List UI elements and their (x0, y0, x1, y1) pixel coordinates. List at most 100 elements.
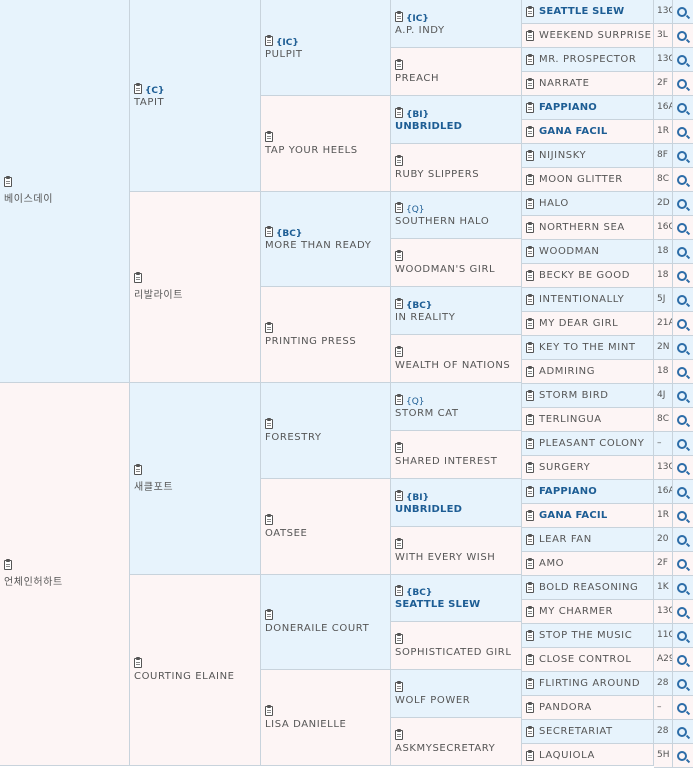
horse-name[interactable]: STORM CAT (395, 408, 519, 419)
search-button[interactable] (673, 672, 693, 696)
horse-name[interactable]: SOPHISTICATED GIRL (395, 647, 519, 658)
horse-name[interactable]: MR. PROSPECTOR (539, 48, 653, 71)
search-button[interactable] (673, 624, 693, 648)
horse-name[interactable]: NORTHERN SEA (539, 216, 653, 239)
search-button[interactable] (673, 312, 693, 336)
search-button[interactable] (673, 168, 693, 192)
horse-name[interactable]: LEAR FAN (539, 528, 653, 551)
pedigree-cell-g5[interactable]: NIJINSKY (522, 144, 654, 168)
clipboard-icon[interactable] (395, 441, 403, 453)
horse-name[interactable]: BECKY BE GOOD (539, 264, 653, 287)
horse-name[interactable]: RUBY SLIPPERS (395, 169, 519, 180)
horse-name[interactable]: SHARED INTEREST (395, 456, 519, 467)
clipboard-icon[interactable] (526, 222, 534, 233)
horse-name[interactable]: A.P. INDY (395, 25, 519, 36)
horse-name[interactable]: FORESTRY (265, 432, 388, 443)
horse-name[interactable]: GANA FACIL (539, 120, 653, 143)
clipboard-icon[interactable] (4, 176, 12, 187)
horse-name[interactable]: PULPIT (265, 49, 388, 60)
horse-name[interactable]: ASKMYSECRETARY (395, 743, 519, 754)
horse-name[interactable]: LAQUIOLA (539, 744, 653, 765)
pedigree-cell-g4[interactable]: PREACH (391, 48, 522, 96)
pedigree-cell-g4[interactable]: {BI} UNBRIDLED (391, 479, 522, 527)
clipboard-icon[interactable] (526, 102, 534, 113)
horse-name[interactable]: PLEASANT COLONY (539, 432, 653, 455)
clipboard-icon[interactable] (526, 486, 534, 497)
clipboard-icon[interactable] (526, 630, 534, 641)
search-button[interactable] (673, 24, 693, 48)
search-button[interactable] (673, 120, 693, 144)
search-button[interactable] (673, 384, 693, 408)
pedigree-cell-g4[interactable]: {Q} SOUTHERN HALO (391, 192, 522, 239)
pedigree-cell-g4[interactable]: {BC} IN REALITY (391, 287, 522, 335)
pedigree-cell-g4[interactable]: {IC} A.P. INDY (391, 0, 522, 48)
pedigree-cell-g3[interactable]: TAP YOUR HEELS (261, 96, 391, 192)
pedigree-cell-g5[interactable]: HALO (522, 192, 654, 216)
clipboard-icon[interactable] (526, 174, 534, 185)
pedigree-cell-g5[interactable]: AMO (522, 552, 654, 576)
horse-name[interactable]: WITH EVERY WISH (395, 552, 519, 563)
horse-name[interactable]: SEATTLE SLEW (539, 0, 653, 23)
clipboard-icon[interactable] (526, 438, 534, 449)
pedigree-cell-g5[interactable]: PANDORA (522, 696, 654, 720)
horse-name[interactable]: GANA FACIL (539, 504, 653, 527)
search-button[interactable] (673, 744, 693, 768)
pedigree-cell-g5[interactable]: GANA FACIL (522, 504, 654, 528)
search-button[interactable] (673, 96, 693, 120)
clipboard-icon[interactable] (526, 30, 534, 41)
horse-name[interactable]: NIJINSKY (539, 144, 653, 167)
clipboard-icon[interactable] (526, 270, 534, 281)
clipboard-icon[interactable] (134, 272, 142, 283)
clipboard-icon[interactable] (395, 680, 403, 692)
pedigree-cell-g4[interactable]: ASKMYSECRETARY (391, 718, 522, 766)
clipboard-icon[interactable] (134, 463, 142, 475)
horse-name[interactable]: MY DEAR GIRL (539, 312, 653, 335)
clipboard-icon[interactable] (526, 6, 534, 17)
clipboard-icon[interactable] (395, 345, 403, 357)
clipboard-icon[interactable] (265, 417, 273, 429)
pedigree-cell-g5[interactable]: MY DEAR GIRL (522, 312, 654, 336)
search-button[interactable] (673, 648, 693, 672)
horse-name[interactable]: WEEKEND SURPRISE (539, 24, 653, 47)
horse-name[interactable]: MORE THAN READY (265, 240, 388, 251)
horse-name[interactable]: INTENTIONALLY (539, 288, 653, 311)
horse-name[interactable]: WOODMAN'S GIRL (395, 264, 519, 275)
pedigree-cell-g4[interactable]: {BI} UNBRIDLED (391, 96, 522, 144)
pedigree-cell-g5[interactable]: CLOSE CONTROL (522, 648, 654, 672)
pedigree-cell-g3[interactable]: LISA DANIELLE (261, 670, 391, 766)
horse-name[interactable]: 언체인허하트 (4, 573, 127, 588)
clipboard-icon[interactable] (395, 728, 403, 740)
clipboard-icon[interactable] (395, 632, 403, 644)
pedigree-cell-g4[interactable]: WOODMAN'S GIRL (391, 239, 522, 287)
clipboard-icon[interactable] (265, 609, 273, 620)
pedigree-cell-g5[interactable]: BECKY BE GOOD (522, 264, 654, 288)
pedigree-cell-g1[interactable]: 언체인허하트 (0, 383, 130, 766)
horse-name[interactable]: PANDORA (539, 696, 653, 719)
horse-name[interactable]: COURTING ELAINE (134, 671, 258, 682)
clipboard-icon[interactable] (526, 150, 534, 161)
clipboard-icon[interactable] (395, 297, 403, 309)
pedigree-cell-g3[interactable]: PRINTING PRESS (261, 287, 391, 383)
clipboard-icon[interactable] (526, 654, 534, 665)
clipboard-icon[interactable] (526, 558, 534, 569)
clipboard-icon[interactable] (265, 321, 273, 333)
search-button[interactable] (673, 0, 693, 24)
clipboard-icon[interactable] (134, 657, 142, 668)
horse-name[interactable]: OATSEE (265, 528, 388, 539)
pedigree-cell-g4[interactable]: SHARED INTEREST (391, 431, 522, 479)
pedigree-cell-g5[interactable]: SEATTLE SLEW (522, 0, 654, 24)
horse-name[interactable]: 새클포트 (134, 478, 258, 493)
clipboard-icon[interactable] (395, 537, 403, 549)
clipboard-icon[interactable] (526, 318, 534, 329)
clipboard-icon[interactable] (526, 510, 534, 521)
pedigree-cell-g3[interactable]: {IC} PULPIT (261, 0, 391, 96)
clipboard-icon[interactable] (526, 582, 534, 593)
pedigree-cell-g5[interactable]: PLEASANT COLONY (522, 432, 654, 456)
horse-name[interactable]: TAPIT (134, 97, 258, 108)
clipboard-icon[interactable] (395, 106, 403, 118)
clipboard-icon[interactable] (526, 366, 534, 377)
horse-name[interactable]: TERLINGUA (539, 408, 653, 431)
search-button[interactable] (673, 360, 693, 384)
search-button[interactable] (673, 720, 693, 744)
search-button[interactable] (673, 48, 693, 72)
